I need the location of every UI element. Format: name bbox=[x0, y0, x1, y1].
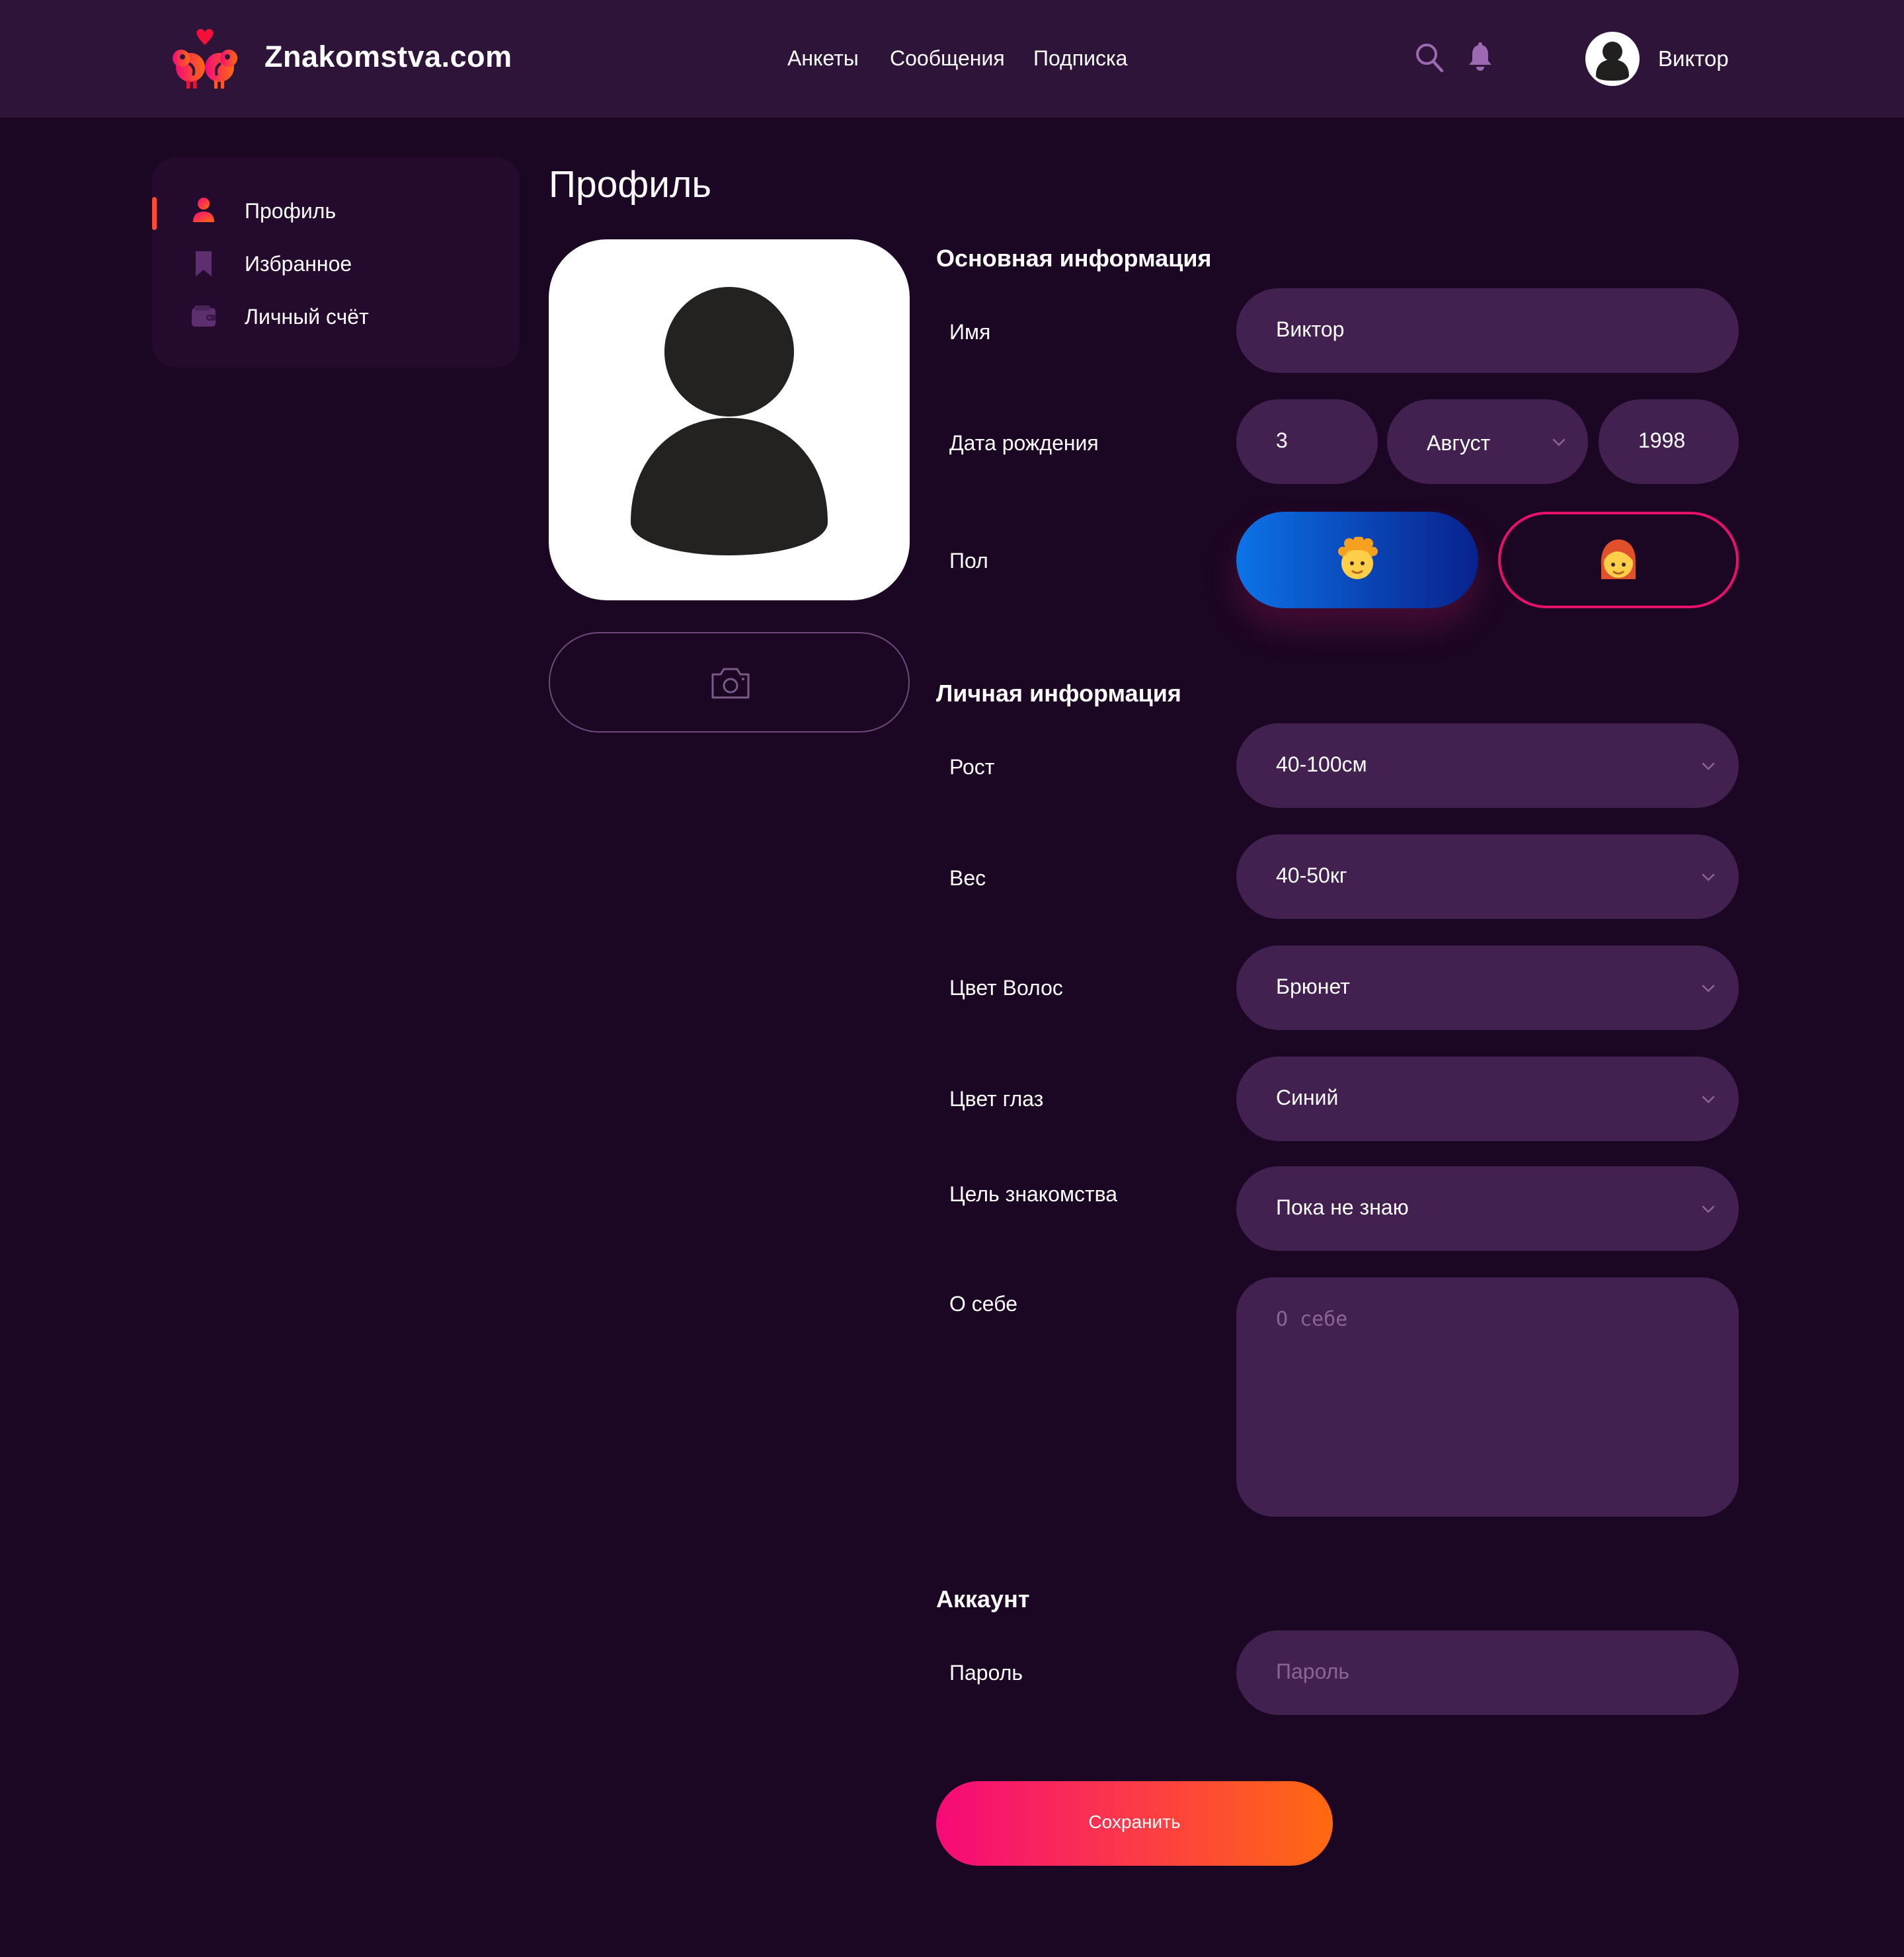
man-face-icon bbox=[1338, 537, 1378, 579]
sidebar-item-account-balance[interactable]: Личный счёт bbox=[152, 295, 520, 337]
eye-color-label: Цвет глаз bbox=[949, 1087, 1044, 1111]
name-value: Виктор bbox=[1276, 317, 1345, 341]
height-label: Рост bbox=[949, 755, 995, 779]
sidebar-item-label: Профиль bbox=[245, 199, 337, 223]
about-textarea[interactable]: О себе bbox=[1236, 1277, 1739, 1517]
about-placeholder: О себе bbox=[1276, 1308, 1348, 1331]
sidebar-item-favorites[interactable]: Избранное bbox=[152, 242, 520, 284]
gender-male-button[interactable] bbox=[1236, 512, 1478, 608]
upload-photo-button[interactable] bbox=[549, 632, 910, 733]
dating-goal-label: Цель знакомства bbox=[949, 1182, 1118, 1206]
height-select[interactable]: 40-100см bbox=[1236, 723, 1739, 808]
name-input[interactable]: Виктор bbox=[1236, 288, 1739, 373]
section-title-account: Аккаунт bbox=[936, 1585, 1030, 1613]
chevron-down-icon bbox=[1702, 873, 1715, 881]
section-title-personal: Личная информация bbox=[936, 680, 1181, 707]
dating-goal-select[interactable]: Пока не знаю bbox=[1236, 1166, 1739, 1251]
camera-icon bbox=[711, 668, 750, 699]
birth-month-select[interactable]: Август bbox=[1387, 399, 1588, 484]
wallet-icon bbox=[192, 305, 216, 327]
nav-link-subscription[interactable]: Подписка bbox=[1033, 46, 1127, 71]
birth-day-value: 3 bbox=[1276, 428, 1288, 452]
height-value: 40-100см bbox=[1276, 752, 1367, 776]
hair-color-select[interactable]: Брюнет bbox=[1236, 945, 1739, 1030]
hair-color-value: Брюнет bbox=[1276, 975, 1350, 998]
user-icon bbox=[193, 198, 214, 222]
password-placeholder: Пароль bbox=[1276, 1659, 1350, 1683]
search-icon[interactable] bbox=[1415, 42, 1444, 73]
sidebar-item-label: Личный счёт bbox=[245, 305, 369, 329]
section-title-basic: Основная информация bbox=[936, 245, 1212, 272]
birth-day-input[interactable]: 3 bbox=[1236, 399, 1378, 484]
birth-year-input[interactable]: 1998 bbox=[1599, 399, 1739, 484]
password-input[interactable]: Пароль bbox=[1236, 1630, 1739, 1715]
logo-birds-icon[interactable] bbox=[169, 29, 241, 90]
weight-value: 40-50кг bbox=[1276, 863, 1347, 887]
save-button-label: Сохранить bbox=[1088, 1812, 1181, 1832]
dating-goal-value: Пока не знаю bbox=[1276, 1195, 1409, 1219]
user-avatar[interactable] bbox=[1585, 32, 1640, 86]
bell-icon[interactable] bbox=[1467, 42, 1493, 71]
weight-label: Вес bbox=[949, 866, 986, 890]
bookmark-icon bbox=[196, 251, 212, 276]
gender-label: Пол bbox=[949, 549, 988, 573]
brand-name[interactable]: Znakomstva.com bbox=[264, 40, 512, 74]
profile-photo bbox=[549, 239, 910, 600]
weight-select[interactable]: 40-50кг bbox=[1236, 834, 1739, 919]
chevron-down-icon bbox=[1552, 438, 1566, 446]
chevron-down-icon bbox=[1702, 984, 1715, 992]
password-label: Пароль bbox=[949, 1661, 1023, 1685]
nav-link-messages[interactable]: Сообщения bbox=[890, 46, 1005, 71]
about-label: О себе bbox=[949, 1292, 1017, 1316]
chevron-down-icon bbox=[1702, 1205, 1715, 1213]
birth-year-value: 1998 bbox=[1638, 428, 1686, 452]
header-user-name[interactable]: Виктор bbox=[1658, 46, 1729, 71]
gender-female-button[interactable] bbox=[1498, 512, 1739, 608]
user-silhouette-icon bbox=[631, 287, 828, 555]
birth-month-value: Август bbox=[1427, 431, 1491, 455]
save-button[interactable]: Сохранить bbox=[936, 1781, 1333, 1866]
page-title: Профиль bbox=[549, 163, 712, 206]
sidebar: Профиль Избранное Личный счёт bbox=[152, 157, 520, 368]
chevron-down-icon bbox=[1702, 1096, 1715, 1103]
hair-color-label: Цвет Волос bbox=[949, 976, 1063, 1000]
name-label: Имя bbox=[949, 320, 991, 344]
top-header: Znakomstva.com Анкеты Сообщения Подписка… bbox=[0, 0, 1904, 118]
nav-link-profiles[interactable]: Анкеты bbox=[787, 46, 859, 71]
birthdate-label: Дата рождения bbox=[949, 431, 1099, 455]
eye-color-value: Синий bbox=[1276, 1086, 1339, 1109]
chevron-down-icon bbox=[1702, 762, 1715, 770]
eye-color-select[interactable]: Синий bbox=[1236, 1057, 1739, 1141]
sidebar-item-label: Избранное bbox=[245, 252, 352, 276]
user-silhouette-icon bbox=[1596, 42, 1629, 81]
woman-face-icon bbox=[1601, 539, 1636, 579]
sidebar-item-profile[interactable]: Профиль bbox=[152, 189, 520, 231]
